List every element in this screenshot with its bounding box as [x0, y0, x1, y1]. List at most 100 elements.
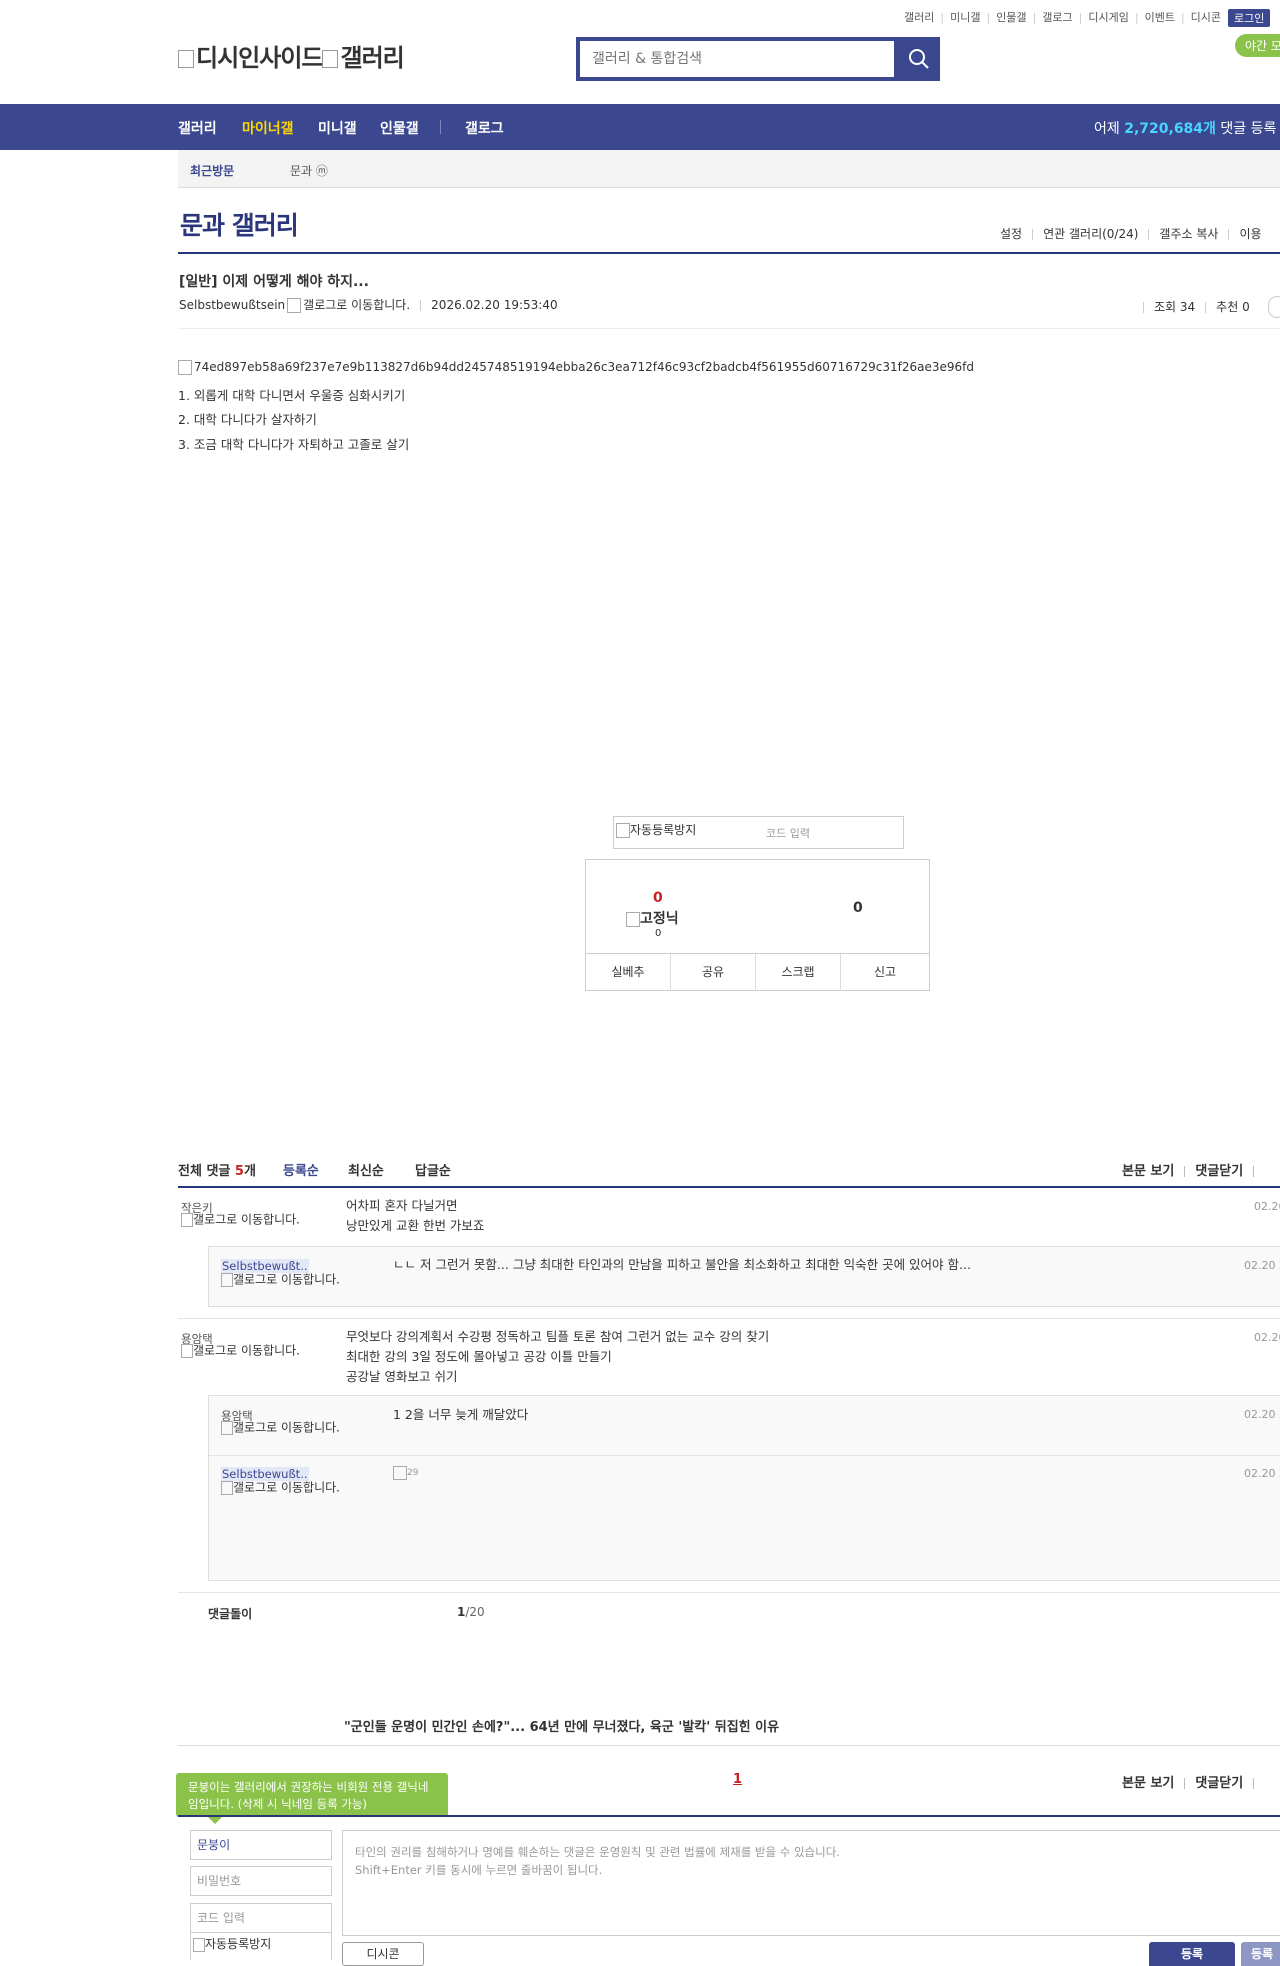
reply-date: 02.20 2 — [1244, 1259, 1280, 1272]
night-mode-button[interactable]: 야간 모드 — [1235, 34, 1280, 57]
search-box — [576, 37, 940, 81]
best-recommend-button[interactable]: 실베추 — [586, 954, 671, 991]
recommend-actions: 실베추 공유 스크랩 신고 — [586, 953, 929, 991]
top-link-person[interactable]: 인물갤 — [996, 11, 1026, 24]
comment-bot[interactable]: 댓글돌이 — [208, 1605, 252, 1622]
captcha-input[interactable]: 코드 입력 — [766, 825, 810, 841]
view-post-button[interactable]: 본문 보기 — [1122, 1164, 1174, 1179]
post-writer: Selbstbewußtsein 갤로그로 이동합니다. 2026.02.20 19… — [179, 296, 558, 313]
recommend-down-count[interactable]: 0 — [853, 900, 863, 916]
sort-latest[interactable]: 최신순 — [348, 1160, 384, 1179]
gallog-icon — [221, 1421, 233, 1435]
reply-date: 02.20 2 — [1244, 1467, 1280, 1480]
reply-gallog[interactable]: 갤로그로 이동합니다. — [221, 1421, 351, 1435]
comment-textarea[interactable]: 타인의 권리를 침해하거나 명예를 훼손하는 댓글은 운영원칙 및 관련 법률에… — [342, 1830, 1280, 1936]
search-input[interactable] — [580, 41, 894, 77]
reply-text: 1 2을 너무 늦게 깨달았다 — [393, 1407, 529, 1422]
search-icon — [909, 49, 929, 69]
broken-image-icon — [616, 823, 630, 838]
top-link-gallery[interactable]: 갤러리 — [904, 11, 934, 24]
gallery-menu: 설정 연관 갤러리(0/24) 갤주소 복사 이용 — [1000, 225, 1262, 242]
recent-visit-gallery[interactable]: 문과 ⓜ — [290, 162, 328, 179]
search-button[interactable] — [898, 37, 940, 81]
gallog-alt[interactable]: 갤로그로 이동합니다. — [303, 298, 410, 312]
close-comments-button[interactable]: 댓글닫기 — [1195, 1164, 1243, 1179]
broken-image-icon — [393, 1465, 407, 1480]
reply-gallog[interactable]: 갤로그로 이동합니다. — [221, 1481, 351, 1495]
gallog-icon[interactable] — [287, 298, 302, 313]
nav-gallog[interactable]: 갤로그 — [465, 118, 504, 138]
captcha-image: 자동등록방지 — [616, 821, 696, 838]
nickname-tooltip: 문붕이는 갤러리에서 권장하는 비회원 전용 갤닉네임입니다. (삭제 시 닉네… — [176, 1773, 448, 1824]
news-divider — [178, 1745, 1280, 1746]
post-divider — [178, 328, 1280, 329]
comment-header-actions: 본문 보기 댓글닫기 — [1122, 1160, 1264, 1179]
share-icon[interactable] — [1268, 296, 1280, 318]
top-link-event[interactable]: 이벤트 — [1145, 11, 1175, 24]
recent-visit-bar: 최근방문 문과 ⓜ — [178, 150, 1280, 188]
report-button[interactable]: 신고 — [841, 954, 929, 991]
recommend-up-count[interactable]: 0 — [653, 890, 663, 906]
gallery-title[interactable]: 문과 갤러리 — [180, 206, 299, 242]
gallog-icon — [221, 1273, 233, 1287]
sort-replies[interactable]: 답글순 — [415, 1160, 451, 1179]
comment-text: 무엇보다 강의계획서 수강평 정독하고 팀플 토론 참여 그런거 없는 교수 강… — [346, 1329, 770, 1384]
gallog-icon — [181, 1213, 193, 1227]
top-link-game[interactable]: 디시게임 — [1088, 11, 1128, 24]
top-links: 갤러리 | 미니갤 | 인물갤 | 갤로그 | 디시게임 | 이벤트 | 디시콘 — [904, 11, 1222, 24]
related-gallery[interactable]: 연관 갤러리(0/24) — [1043, 227, 1138, 241]
scrap-button[interactable]: 스크랩 — [756, 954, 841, 991]
reply-nick[interactable]: Selbstbewußt.. — [221, 1259, 309, 1273]
page-link-1[interactable]: 1 — [733, 1772, 742, 1787]
nav-gallery[interactable]: 갤러리 — [178, 118, 217, 138]
gallery-settings[interactable]: 설정 — [1000, 227, 1022, 241]
copy-gallery-url[interactable]: 갤주소 복사 — [1159, 227, 1218, 241]
post-date: 2026.02.20 19:53:40 — [431, 298, 558, 312]
comment-gallog[interactable]: 갤로그로 이동합니다. — [181, 1213, 311, 1227]
password-input[interactable]: 비밀번호 — [190, 1866, 332, 1896]
logo[interactable]: 디시인사이드 갤러리 — [178, 38, 405, 73]
post-recommend: 추천 0 — [1216, 300, 1250, 314]
view-post-button-bottom[interactable]: 본문 보기 — [1122, 1776, 1174, 1791]
post-views: 조회 34 — [1154, 300, 1196, 314]
tooltip-arrow — [208, 1817, 222, 1824]
captcha-code-input[interactable]: 코드 입력 — [190, 1903, 332, 1933]
reply-box — [208, 1395, 1280, 1581]
recent-visit-title[interactable]: 최근방문 — [190, 162, 234, 179]
gallery-usage[interactable]: 이용 — [1239, 227, 1261, 241]
sort-registered[interactable]: 등록순 — [283, 1160, 319, 1179]
reply-gallog[interactable]: 갤로그로 이동합니다. — [221, 1273, 351, 1287]
news-link[interactable]: "군인들 운명이 민간인 손에?"... 64년 만에 무너졌다, 육군 '발칵… — [344, 1716, 779, 1735]
captcha-box: 자동등록방지 코드 입력 — [613, 816, 904, 849]
post-line-3: 3. 조금 대학 다니다가 자퇴하고 고졸로 살기 — [178, 437, 410, 452]
submit-recommend-button[interactable]: 등록 — [1241, 1942, 1280, 1966]
logo-text-left: 디시인사이드 — [196, 44, 323, 72]
fixed-nick-recommend: 고정닉 — [626, 908, 679, 928]
comment-gallog[interactable]: 갤로그로 이동합니다. — [181, 1344, 311, 1358]
reply-nick[interactable]: Selbstbewußt.. — [221, 1467, 309, 1481]
dccon-button[interactable]: 디시콘 — [342, 1942, 424, 1966]
nav-person-gallery[interactable]: 인물갤 — [380, 118, 419, 138]
comment-date: 02.20 — [1254, 1200, 1280, 1213]
close-comments-button-bottom[interactable]: 댓글닫기 — [1195, 1776, 1243, 1791]
writer-nick[interactable]: Selbstbewußtsein — [179, 298, 285, 312]
comment-divider — [178, 1318, 1280, 1319]
broken-image-icon — [193, 1937, 205, 1952]
top-link-dccon[interactable]: 디시콘 — [1191, 11, 1221, 24]
submit-button[interactable]: 등록 — [1149, 1942, 1235, 1966]
login-button[interactable]: 로그인 — [1228, 9, 1271, 27]
top-link-gallog[interactable]: 갤로그 — [1042, 11, 1072, 24]
post-image: 74ed897eb58a69f237e7e9b113827d6b94dd2457… — [178, 360, 974, 375]
reply-date: 02.20 2 — [1244, 1408, 1280, 1421]
share-button[interactable]: 공유 — [671, 954, 756, 991]
top-link-minigall[interactable]: 미니갤 — [950, 11, 980, 24]
nav-minor-gallery[interactable]: 마이너갤 — [242, 118, 294, 138]
post-stats: 조회 34 추천 0 — [1133, 298, 1250, 315]
nav-divider — [440, 120, 441, 134]
captcha-image-bottom: 자동등록방지 — [190, 1932, 332, 1960]
nav-mini-gallery[interactable]: 미니갤 — [318, 118, 357, 138]
post-title: [일반] 이제 어떻게 해야 하지... — [179, 274, 369, 290]
gallog-icon — [181, 1344, 193, 1358]
nickname-input[interactable]: 문붕이 — [190, 1830, 332, 1860]
broken-image-icon — [626, 911, 640, 927]
